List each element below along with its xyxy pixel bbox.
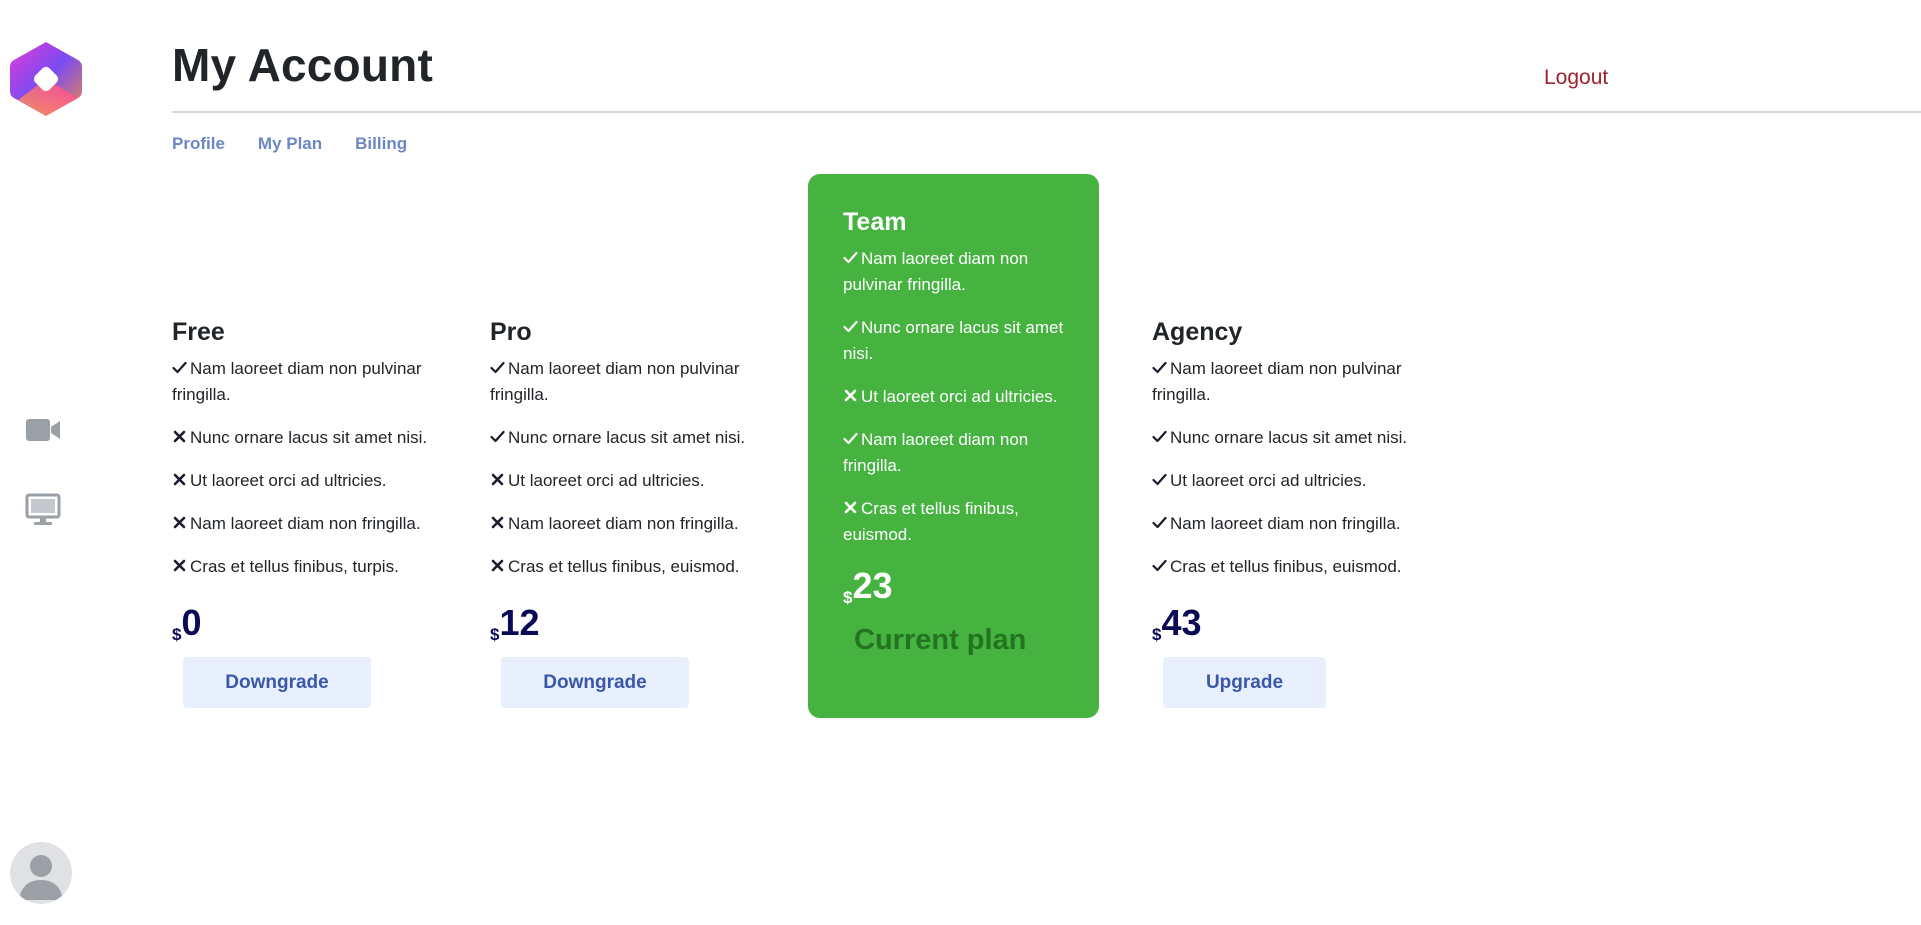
feature-item: Nam laoreet diam non fringilla. xyxy=(490,511,760,537)
feature-text: Nunc ornare lacus sit amet nisi. xyxy=(508,428,746,447)
price-amount: 12 xyxy=(499,602,540,643)
plan-card-pro: Pro Nam laoreet diam non pulvinar fringi… xyxy=(490,318,760,708)
check-icon xyxy=(490,361,505,374)
feature-text: Nunc ornare lacus sit amet nisi. xyxy=(843,318,1064,363)
check-icon xyxy=(490,430,505,443)
cross-icon xyxy=(490,516,505,529)
check-icon xyxy=(1152,516,1167,529)
check-icon xyxy=(172,361,187,374)
tab-profile[interactable]: Profile xyxy=(172,134,225,154)
price-amount: 43 xyxy=(1161,602,1202,643)
cross-icon xyxy=(172,473,187,486)
desktop-monitor-icon[interactable] xyxy=(22,490,64,530)
check-icon xyxy=(843,251,858,264)
feature-text: Nam laoreet diam non pulvinar fringilla. xyxy=(843,249,1029,294)
feature-item: Nunc ornare lacus sit amet nisi. xyxy=(843,315,1069,367)
cross-icon xyxy=(490,473,505,486)
feature-item: Ut laoreet orci ad ultricies. xyxy=(843,384,1069,410)
feature-text: Cras et tellus finibus, euismod. xyxy=(843,499,1019,544)
cross-icon xyxy=(172,559,187,572)
plan-price: $0 xyxy=(172,602,442,645)
feature-text: Nam laoreet diam non fringilla. xyxy=(1170,514,1401,533)
cross-icon xyxy=(172,516,187,529)
feature-list: Nam laoreet diam non pulvinar fringilla.… xyxy=(843,246,1069,548)
check-icon xyxy=(1152,473,1167,486)
feature-item: Cras et tellus finibus, turpis. xyxy=(172,554,442,580)
plan-name: Pro xyxy=(490,318,532,346)
cross-icon xyxy=(490,559,505,572)
check-icon xyxy=(843,320,858,333)
plan-price: $23 xyxy=(843,565,1069,608)
feature-item: Nam laoreet diam non pulvinar fringilla. xyxy=(1152,356,1422,408)
user-avatar-icon[interactable] xyxy=(10,842,72,904)
video-camera-icon[interactable] xyxy=(22,410,64,450)
app-root: My Account Logout Profile My Plan Billin… xyxy=(0,0,1921,925)
check-icon xyxy=(843,432,858,445)
feature-item: Cras et tellus finibus, euismod. xyxy=(1152,554,1422,580)
feature-list: Nam laoreet diam non pulvinar fringilla.… xyxy=(1152,356,1422,580)
page-title: My Account xyxy=(172,39,433,91)
plan-card-agency: Agency Nam laoreet diam non pulvinar fri… xyxy=(1152,318,1422,708)
feature-item: Ut laoreet orci ad ultricies. xyxy=(490,468,760,494)
feature-item: Nam laoreet diam non fringilla. xyxy=(843,427,1069,479)
check-icon xyxy=(1152,559,1167,572)
feature-text: Nam laoreet diam non pulvinar fringilla. xyxy=(490,359,740,404)
feature-text: Nam laoreet diam non pulvinar fringilla. xyxy=(172,359,422,404)
check-icon xyxy=(1152,361,1167,374)
downgrade-button[interactable]: Downgrade xyxy=(501,657,689,708)
feature-item: Nam laoreet diam non pulvinar fringilla. xyxy=(172,356,442,408)
feature-text: Nam laoreet diam non fringilla. xyxy=(508,514,739,533)
plan-price: $43 xyxy=(1152,602,1422,645)
logout-link[interactable]: Logout xyxy=(1544,66,1608,90)
feature-text: Nunc ornare lacus sit amet nisi. xyxy=(1170,428,1408,447)
plan-card-team: Team Nam laoreet diam non pulvinar fring… xyxy=(808,174,1099,718)
feature-text: Cras et tellus finibus, turpis. xyxy=(190,557,399,576)
feature-item: Nam laoreet diam non pulvinar fringilla. xyxy=(490,356,760,408)
plan-name: Agency xyxy=(1152,318,1243,346)
feature-text: Ut laoreet orci ad ultricies. xyxy=(508,471,705,490)
feature-text: Nam laoreet diam non fringilla. xyxy=(843,430,1029,475)
feature-text: Cras et tellus finibus, euismod. xyxy=(1170,557,1402,576)
current-plan-label: Current plan xyxy=(854,624,1027,656)
feature-item: Cras et tellus finibus, euismod. xyxy=(490,554,760,580)
feature-list: Nam laoreet diam non pulvinar fringilla.… xyxy=(490,356,760,580)
feature-item: Ut laoreet orci ad ultricies. xyxy=(1152,468,1422,494)
plan-card-free: Free Nam laoreet diam non pulvinar fring… xyxy=(172,318,442,708)
sidebar xyxy=(0,0,90,925)
cross-icon xyxy=(172,430,187,443)
feature-item: Nam laoreet diam non fringilla. xyxy=(1152,511,1422,537)
cross-icon xyxy=(843,501,858,514)
feature-text: Nunc ornare lacus sit amet nisi. xyxy=(190,428,428,447)
feature-text: Ut laoreet orci ad ultricies. xyxy=(190,471,387,490)
feature-list: Nam laoreet diam non pulvinar fringilla.… xyxy=(172,356,442,580)
feature-text: Cras et tellus finibus, euismod. xyxy=(508,557,740,576)
downgrade-button[interactable]: Downgrade xyxy=(183,657,371,708)
upgrade-button[interactable]: Upgrade xyxy=(1163,657,1326,708)
feature-text: Nam laoreet diam non fringilla. xyxy=(190,514,421,533)
price-amount: 23 xyxy=(852,565,893,606)
account-tabs: Profile My Plan Billing xyxy=(172,134,407,154)
check-icon xyxy=(1152,430,1167,443)
logo-icon[interactable] xyxy=(8,40,84,118)
feature-text: Nam laoreet diam non pulvinar fringilla. xyxy=(1152,359,1402,404)
feature-item: Cras et tellus finibus, euismod. xyxy=(843,496,1069,548)
header-divider xyxy=(172,111,1921,113)
feature-item: Ut laoreet orci ad ultricies. xyxy=(172,468,442,494)
plan-price: $12 xyxy=(490,602,760,645)
plan-name: Free xyxy=(172,318,225,346)
feature-item: Nunc ornare lacus sit amet nisi. xyxy=(1152,425,1422,451)
feature-item: Nam laoreet diam non pulvinar fringilla. xyxy=(843,246,1069,298)
price-amount: 0 xyxy=(181,602,202,643)
plan-name: Team xyxy=(843,208,907,236)
feature-item: Nunc ornare lacus sit amet nisi. xyxy=(490,425,760,451)
feature-item: Nam laoreet diam non fringilla. xyxy=(172,511,442,537)
feature-text: Ut laoreet orci ad ultricies. xyxy=(861,387,1058,406)
tab-my-plan[interactable]: My Plan xyxy=(258,134,322,154)
cross-icon xyxy=(843,389,858,402)
feature-item: Nunc ornare lacus sit amet nisi. xyxy=(172,425,442,451)
feature-text: Ut laoreet orci ad ultricies. xyxy=(1170,471,1367,490)
tab-billing[interactable]: Billing xyxy=(355,134,407,154)
